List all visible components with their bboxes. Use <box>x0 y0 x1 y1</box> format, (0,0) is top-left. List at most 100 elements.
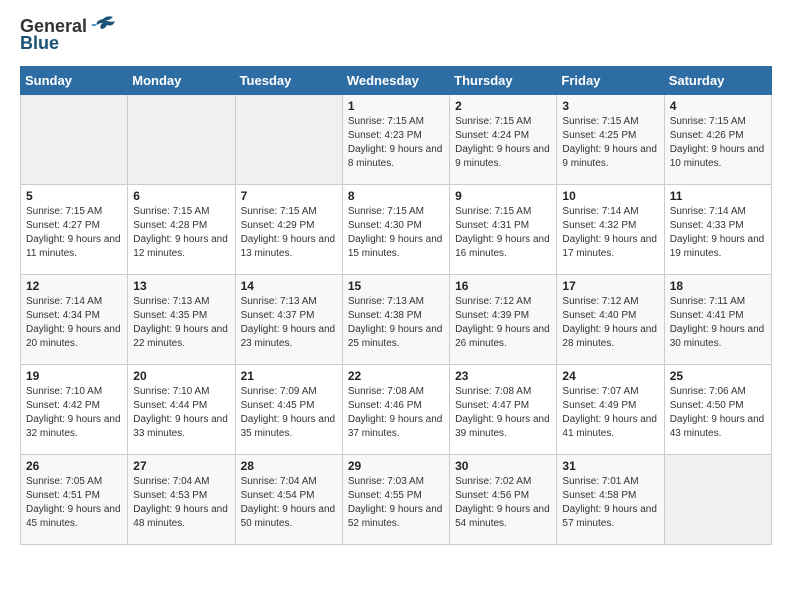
day-number: 28 <box>241 459 337 473</box>
day-number: 16 <box>455 279 551 293</box>
day-info: Sunrise: 7:14 AM Sunset: 4:34 PM Dayligh… <box>26 295 122 351</box>
day-info: Sunrise: 7:07 AM Sunset: 4:49 PM Dayligh… <box>562 385 658 441</box>
day-info: Sunrise: 7:12 AM Sunset: 4:39 PM Dayligh… <box>455 295 551 351</box>
day-info: Sunrise: 7:02 AM Sunset: 4:56 PM Dayligh… <box>455 475 551 531</box>
day-info: Sunrise: 7:03 AM Sunset: 4:55 PM Dayligh… <box>348 475 444 531</box>
calendar-day-cell: 31 Sunrise: 7:01 AM Sunset: 4:58 PM Dayli… <box>557 455 664 545</box>
day-info: Sunrise: 7:14 AM Sunset: 4:33 PM Dayligh… <box>670 205 766 261</box>
weekday-header-thursday: Thursday <box>450 67 557 95</box>
weekday-header-saturday: Saturday <box>664 67 771 95</box>
calendar-day-cell: 19 Sunrise: 7:10 AM Sunset: 4:42 PM Dayli… <box>21 365 128 455</box>
calendar-day-cell: 1 Sunrise: 7:15 AM Sunset: 4:23 PM Daylig… <box>342 95 449 185</box>
day-number: 15 <box>348 279 444 293</box>
day-info: Sunrise: 7:08 AM Sunset: 4:47 PM Dayligh… <box>455 385 551 441</box>
day-number: 7 <box>241 189 337 203</box>
day-number: 29 <box>348 459 444 473</box>
page-header: General Blue <box>20 16 772 54</box>
calendar-day-cell: 14 Sunrise: 7:13 AM Sunset: 4:37 PM Dayli… <box>235 275 342 365</box>
calendar-week-row: 1 Sunrise: 7:15 AM Sunset: 4:23 PM Daylig… <box>21 95 772 185</box>
calendar-day-cell: 28 Sunrise: 7:04 AM Sunset: 4:54 PM Dayli… <box>235 455 342 545</box>
calendar-day-cell: 30 Sunrise: 7:02 AM Sunset: 4:56 PM Dayli… <box>450 455 557 545</box>
day-number: 31 <box>562 459 658 473</box>
day-number: 20 <box>133 369 229 383</box>
calendar-day-cell: 2 Sunrise: 7:15 AM Sunset: 4:24 PM Daylig… <box>450 95 557 185</box>
calendar-day-cell: 23 Sunrise: 7:08 AM Sunset: 4:47 PM Dayli… <box>450 365 557 455</box>
day-info: Sunrise: 7:04 AM Sunset: 4:53 PM Dayligh… <box>133 475 229 531</box>
day-number: 23 <box>455 369 551 383</box>
day-number: 9 <box>455 189 551 203</box>
calendar-day-cell <box>664 455 771 545</box>
day-info: Sunrise: 7:10 AM Sunset: 4:42 PM Dayligh… <box>26 385 122 441</box>
calendar-day-cell: 5 Sunrise: 7:15 AM Sunset: 4:27 PM Daylig… <box>21 185 128 275</box>
day-number: 14 <box>241 279 337 293</box>
day-info: Sunrise: 7:13 AM Sunset: 4:35 PM Dayligh… <box>133 295 229 351</box>
day-number: 24 <box>562 369 658 383</box>
logo-blue-text: Blue <box>20 33 59 54</box>
calendar-day-cell: 4 Sunrise: 7:15 AM Sunset: 4:26 PM Daylig… <box>664 95 771 185</box>
day-info: Sunrise: 7:14 AM Sunset: 4:32 PM Dayligh… <box>562 205 658 261</box>
calendar-day-cell: 18 Sunrise: 7:11 AM Sunset: 4:41 PM Dayli… <box>664 275 771 365</box>
calendar-day-cell: 16 Sunrise: 7:12 AM Sunset: 4:39 PM Dayli… <box>450 275 557 365</box>
day-info: Sunrise: 7:15 AM Sunset: 4:28 PM Dayligh… <box>133 205 229 261</box>
day-info: Sunrise: 7:06 AM Sunset: 4:50 PM Dayligh… <box>670 385 766 441</box>
day-info: Sunrise: 7:13 AM Sunset: 4:37 PM Dayligh… <box>241 295 337 351</box>
day-number: 19 <box>26 369 122 383</box>
calendar-week-row: 5 Sunrise: 7:15 AM Sunset: 4:27 PM Daylig… <box>21 185 772 275</box>
day-number: 26 <box>26 459 122 473</box>
logo-bird-icon <box>89 15 117 35</box>
day-info: Sunrise: 7:11 AM Sunset: 4:41 PM Dayligh… <box>670 295 766 351</box>
day-number: 3 <box>562 99 658 113</box>
day-number: 2 <box>455 99 551 113</box>
calendar-day-cell: 27 Sunrise: 7:04 AM Sunset: 4:53 PM Dayli… <box>128 455 235 545</box>
logo: General Blue <box>20 16 117 54</box>
day-number: 22 <box>348 369 444 383</box>
day-info: Sunrise: 7:15 AM Sunset: 4:30 PM Dayligh… <box>348 205 444 261</box>
calendar-day-cell: 7 Sunrise: 7:15 AM Sunset: 4:29 PM Daylig… <box>235 185 342 275</box>
calendar-day-cell: 17 Sunrise: 7:12 AM Sunset: 4:40 PM Dayli… <box>557 275 664 365</box>
day-info: Sunrise: 7:15 AM Sunset: 4:29 PM Dayligh… <box>241 205 337 261</box>
day-number: 18 <box>670 279 766 293</box>
day-number: 13 <box>133 279 229 293</box>
weekday-header-sunday: Sunday <box>21 67 128 95</box>
calendar-day-cell: 6 Sunrise: 7:15 AM Sunset: 4:28 PM Daylig… <box>128 185 235 275</box>
weekday-header-wednesday: Wednesday <box>342 67 449 95</box>
calendar-day-cell: 8Sunrise: 7:15 AM Sunset: 4:30 PM Daylig… <box>342 185 449 275</box>
day-number: 21 <box>241 369 337 383</box>
day-number: 1 <box>348 99 444 113</box>
calendar-day-cell: 13 Sunrise: 7:13 AM Sunset: 4:35 PM Dayli… <box>128 275 235 365</box>
calendar-day-cell: 22Sunrise: 7:08 AM Sunset: 4:46 PM Dayli… <box>342 365 449 455</box>
day-info: Sunrise: 7:01 AM Sunset: 4:58 PM Dayligh… <box>562 475 658 531</box>
day-number: 17 <box>562 279 658 293</box>
weekday-header-tuesday: Tuesday <box>235 67 342 95</box>
day-info: Sunrise: 7:15 AM Sunset: 4:25 PM Dayligh… <box>562 115 658 171</box>
day-number: 25 <box>670 369 766 383</box>
day-number: 6 <box>133 189 229 203</box>
day-number: 4 <box>670 99 766 113</box>
day-info: Sunrise: 7:15 AM Sunset: 4:26 PM Dayligh… <box>670 115 766 171</box>
calendar-day-cell <box>21 95 128 185</box>
calendar-day-cell <box>235 95 342 185</box>
day-info: Sunrise: 7:15 AM Sunset: 4:24 PM Dayligh… <box>455 115 551 171</box>
day-number: 5 <box>26 189 122 203</box>
day-number: 11 <box>670 189 766 203</box>
calendar-day-cell: 26 Sunrise: 7:05 AM Sunset: 4:51 PM Dayli… <box>21 455 128 545</box>
day-info: Sunrise: 7:15 AM Sunset: 4:31 PM Dayligh… <box>455 205 551 261</box>
day-number: 30 <box>455 459 551 473</box>
calendar-day-cell: 24 Sunrise: 7:07 AM Sunset: 4:49 PM Dayli… <box>557 365 664 455</box>
calendar-day-cell <box>128 95 235 185</box>
day-info: Sunrise: 7:15 AM Sunset: 4:23 PM Dayligh… <box>348 115 444 171</box>
calendar-day-cell: 10Sunrise: 7:14 AM Sunset: 4:32 PM Dayli… <box>557 185 664 275</box>
calendar-day-cell: 9 Sunrise: 7:15 AM Sunset: 4:31 PM Daylig… <box>450 185 557 275</box>
day-info: Sunrise: 7:09 AM Sunset: 4:45 PM Dayligh… <box>241 385 337 441</box>
day-info: Sunrise: 7:13 AM Sunset: 4:38 PM Dayligh… <box>348 295 444 351</box>
calendar-day-cell: 15 Sunrise: 7:13 AM Sunset: 4:38 PM Dayli… <box>342 275 449 365</box>
day-number: 27 <box>133 459 229 473</box>
calendar-day-cell: 29 Sunrise: 7:03 AM Sunset: 4:55 PM Dayli… <box>342 455 449 545</box>
day-info: Sunrise: 7:12 AM Sunset: 4:40 PM Dayligh… <box>562 295 658 351</box>
calendar-day-cell: 11 Sunrise: 7:14 AM Sunset: 4:33 PM Dayli… <box>664 185 771 275</box>
day-info: Sunrise: 7:15 AM Sunset: 4:27 PM Dayligh… <box>26 205 122 261</box>
calendar-week-row: 12Sunrise: 7:14 AM Sunset: 4:34 PM Dayli… <box>21 275 772 365</box>
day-info: Sunrise: 7:04 AM Sunset: 4:54 PM Dayligh… <box>241 475 337 531</box>
day-info: Sunrise: 7:05 AM Sunset: 4:51 PM Dayligh… <box>26 475 122 531</box>
calendar-day-cell: 12Sunrise: 7:14 AM Sunset: 4:34 PM Dayli… <box>21 275 128 365</box>
